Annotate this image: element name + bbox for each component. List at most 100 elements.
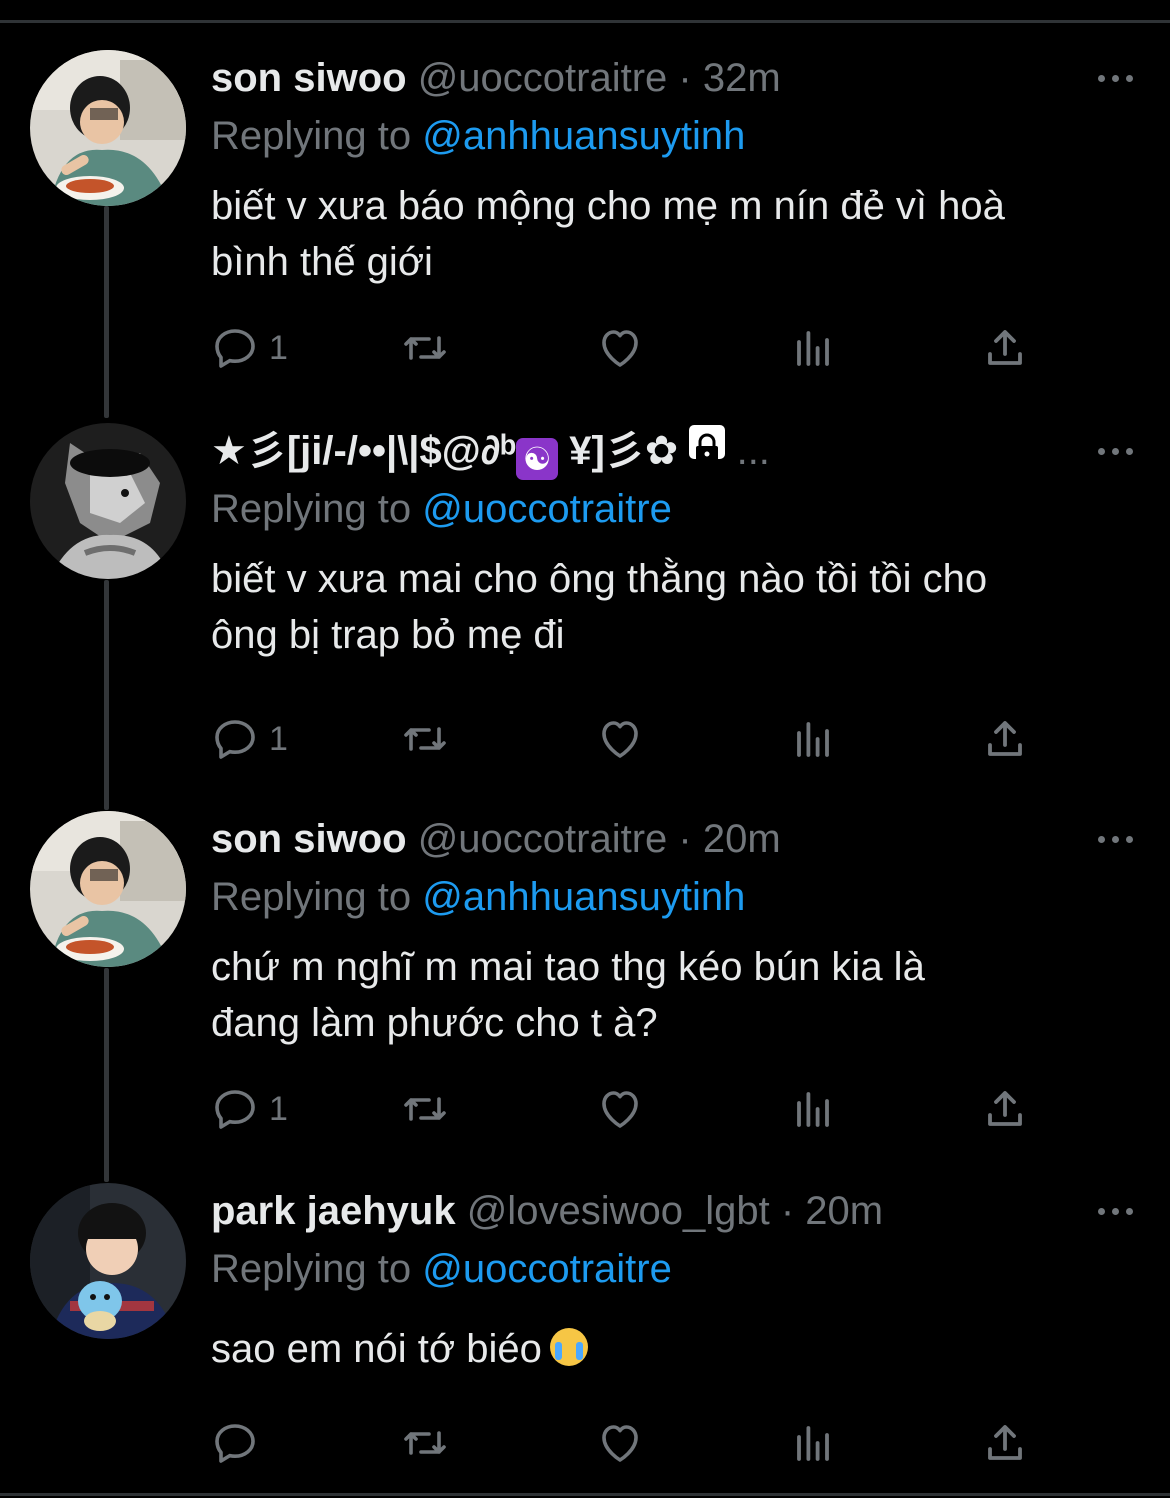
tweet-text: biết v xưa báo mộng cho mẹ m nín đẻ vì h… [211,178,1141,290]
reply-icon [215,1424,255,1463]
views-button[interactable] [789,318,837,378]
tweet-header: park jaehyuk @lovesiwoo_lgbt · 20m [211,1183,883,1243]
more-icon[interactable] [1094,431,1138,471]
share-button[interactable] [981,1079,1029,1139]
views-button[interactable] [789,1079,837,1139]
more-icon[interactable] [1094,58,1138,98]
retweet-button[interactable] [401,1079,449,1139]
username[interactable]: @uoccotraitre [418,817,668,861]
display-name[interactable]: ★彡[ji/-/••|\|$@∂ᵇ [211,429,516,473]
reply-button[interactable]: 1 [211,318,288,378]
separator: · [678,56,692,100]
replying-to: Replying to @anhhuansuytinh [211,869,745,925]
tweet[interactable]: ★彡[ji/-/••|\|$@∂ᵇ ☯ ¥]彡✿ ... Replying to … [0,423,1170,803]
username[interactable]: @uoccotraitre [418,56,668,100]
replying-to: Replying to @uoccotraitre [211,1241,672,1297]
tweet-text-line: ông bị trap bỏ mẹ đi [211,613,565,657]
separator: · [678,817,692,861]
replying-to-link[interactable]: @anhhuansuytinh [422,114,745,158]
avatar[interactable] [30,50,186,206]
yin-yang-emoji: ☯ [516,438,559,480]
reply-count: 1 [269,719,288,758]
tweet-text-line: biết v xưa mai cho ông thằng nào tồi tồi… [211,557,988,601]
replying-to-link[interactable]: @anhhuansuytinh [422,875,745,919]
timestamp[interactable]: 20m [703,817,781,861]
action-bar [211,1413,1061,1473]
tweet-text-line: bình thế giới [211,240,433,284]
replying-prefix: Replying to [211,487,412,531]
reply-icon [215,1090,255,1129]
username[interactable]: @lovesiwoo_lgbt [467,1189,770,1233]
top-divider [0,20,1170,23]
heart-icon [602,1425,638,1462]
like-button[interactable] [596,1079,644,1139]
share-button[interactable] [981,1413,1029,1473]
heart-icon [602,330,638,367]
more-icon[interactable] [1094,819,1138,859]
views-icon [797,722,829,757]
action-bar: 1 [211,318,1061,378]
tweet-text-line: biết v xưa báo mộng cho mẹ m nín đẻ vì h… [211,184,1005,228]
more-icon[interactable] [1094,1191,1138,1231]
like-button[interactable] [596,318,644,378]
display-name[interactable]: son siwoo [211,817,407,861]
reply-count: 1 [269,328,288,367]
views-button[interactable] [789,1413,837,1473]
avatar[interactable] [30,1183,186,1339]
retweet-icon [404,1097,446,1121]
tweet-header: son siwoo @uoccotraitre · 32m [211,50,781,110]
reply-icon [215,329,255,368]
views-button[interactable] [789,709,837,769]
like-button[interactable] [596,1413,644,1473]
retweet-icon [404,727,446,751]
lock-icon [689,425,726,462]
timestamp[interactable]: 32m [703,56,781,100]
like-button[interactable] [596,709,644,769]
bottom-divider [0,1493,1170,1496]
tweet[interactable]: son siwoo @uoccotraitre · 20m Replying t… [0,811,1170,1181]
separator: · [780,1189,795,1233]
replying-to-link[interactable]: @uoccotraitre [422,487,672,531]
display-name[interactable]: son siwoo [211,56,407,100]
share-icon [988,1425,1022,1460]
heart-icon [602,721,638,758]
share-icon [988,1091,1022,1126]
share-button[interactable] [981,318,1029,378]
retweet-icon [404,336,446,360]
tweet-text: chứ m nghĩ m mai tao thg kéo bún kia là … [211,939,1141,1051]
avatar[interactable] [30,811,186,967]
avatar[interactable] [30,423,186,579]
replying-prefix: Replying to [211,875,412,919]
tweet-text: biết v xưa mai cho ông thằng nào tồi tồi… [211,551,1141,663]
reply-icon [215,720,255,759]
views-icon [797,331,829,366]
display-name[interactable]: park jaehyuk [211,1189,456,1233]
retweet-icon [404,1431,446,1455]
reply-button[interactable]: 1 [211,709,288,769]
replying-to-link[interactable]: @uoccotraitre [422,1247,672,1291]
retweet-button[interactable] [401,709,449,769]
tweet[interactable]: son siwoo @uoccotraitre · 32m Replying t… [0,50,1170,420]
name-ellipsis: ... [736,429,770,473]
display-name-suffix[interactable]: ¥]彡✿ [558,429,678,473]
reply-button[interactable] [211,1413,269,1473]
replying-to: Replying to @anhhuansuytinh [211,108,745,164]
replying-prefix: Replying to [211,1247,412,1291]
action-bar: 1 [211,1079,1061,1139]
tweet-header: son siwoo @uoccotraitre · 20m [211,811,781,871]
share-icon [988,330,1022,365]
timestamp[interactable]: 20m [805,1189,883,1233]
views-icon [797,1092,829,1127]
share-button[interactable] [981,709,1029,769]
tweet-text-line: chứ m nghĩ m mai tao thg kéo bún kia là [211,945,925,989]
views-icon [797,1426,829,1461]
replying-to: Replying to @uoccotraitre [211,481,672,537]
reply-count: 1 [269,1089,288,1128]
tweet-text: sao em nói tớ biéo [211,1321,1141,1377]
tweet[interactable]: park jaehyuk @lovesiwoo_lgbt · 20m Reply… [0,1183,1170,1483]
retweet-button[interactable] [401,1413,449,1473]
tweet-header: ★彡[ji/-/••|\|$@∂ᵇ ☯ ¥]彡✿ ... [211,423,770,483]
retweet-button[interactable] [401,318,449,378]
reply-button[interactable]: 1 [211,1079,288,1139]
tweet-text-line: sao em nói tớ biéo [211,1327,542,1371]
